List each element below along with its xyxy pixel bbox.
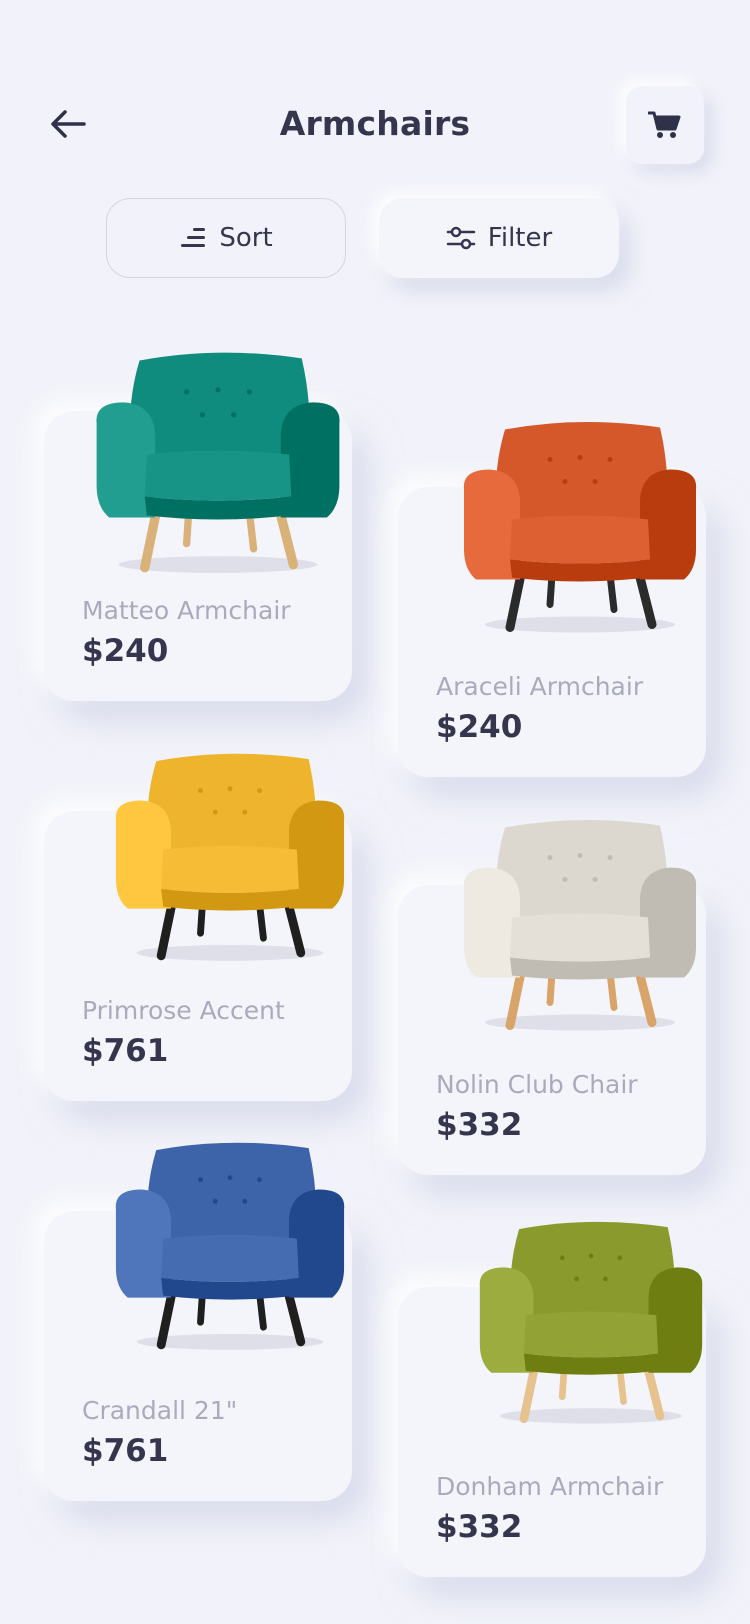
filter-label: Filter — [487, 223, 553, 253]
armchair-image — [463, 819, 697, 1031]
product-name: Araceli Armchair — [436, 672, 644, 701]
product-name: Matteo Armchair — [82, 596, 291, 625]
product-name: Primrose Accent — [82, 996, 285, 1025]
armchair-image — [96, 352, 340, 573]
filter-button[interactable]: Filter — [379, 198, 619, 278]
product-price: $332 — [436, 1107, 523, 1143]
sort-label: Sort — [219, 223, 273, 253]
product-price: $761 — [82, 1433, 169, 1469]
sort-button[interactable]: Sort — [106, 198, 346, 278]
product-price: $332 — [436, 1509, 523, 1545]
sort-icon — [181, 228, 206, 247]
armchair-image — [115, 753, 345, 961]
header: Armchairs — [0, 0, 750, 190]
product-price: $240 — [436, 709, 523, 745]
sliders-icon — [446, 226, 476, 250]
product-price: $761 — [82, 1033, 169, 1069]
armchair-image — [463, 421, 697, 633]
cart-button[interactable] — [626, 86, 704, 164]
product-name: Nolin Club Chair — [436, 1070, 638, 1099]
product-price: $240 — [82, 633, 169, 669]
cart-icon — [648, 111, 681, 138]
product-name: Crandall 21" — [82, 1396, 238, 1425]
armchair-image — [115, 1142, 345, 1350]
product-name: Donham Armchair — [436, 1472, 664, 1501]
armchair-image — [479, 1221, 703, 1424]
